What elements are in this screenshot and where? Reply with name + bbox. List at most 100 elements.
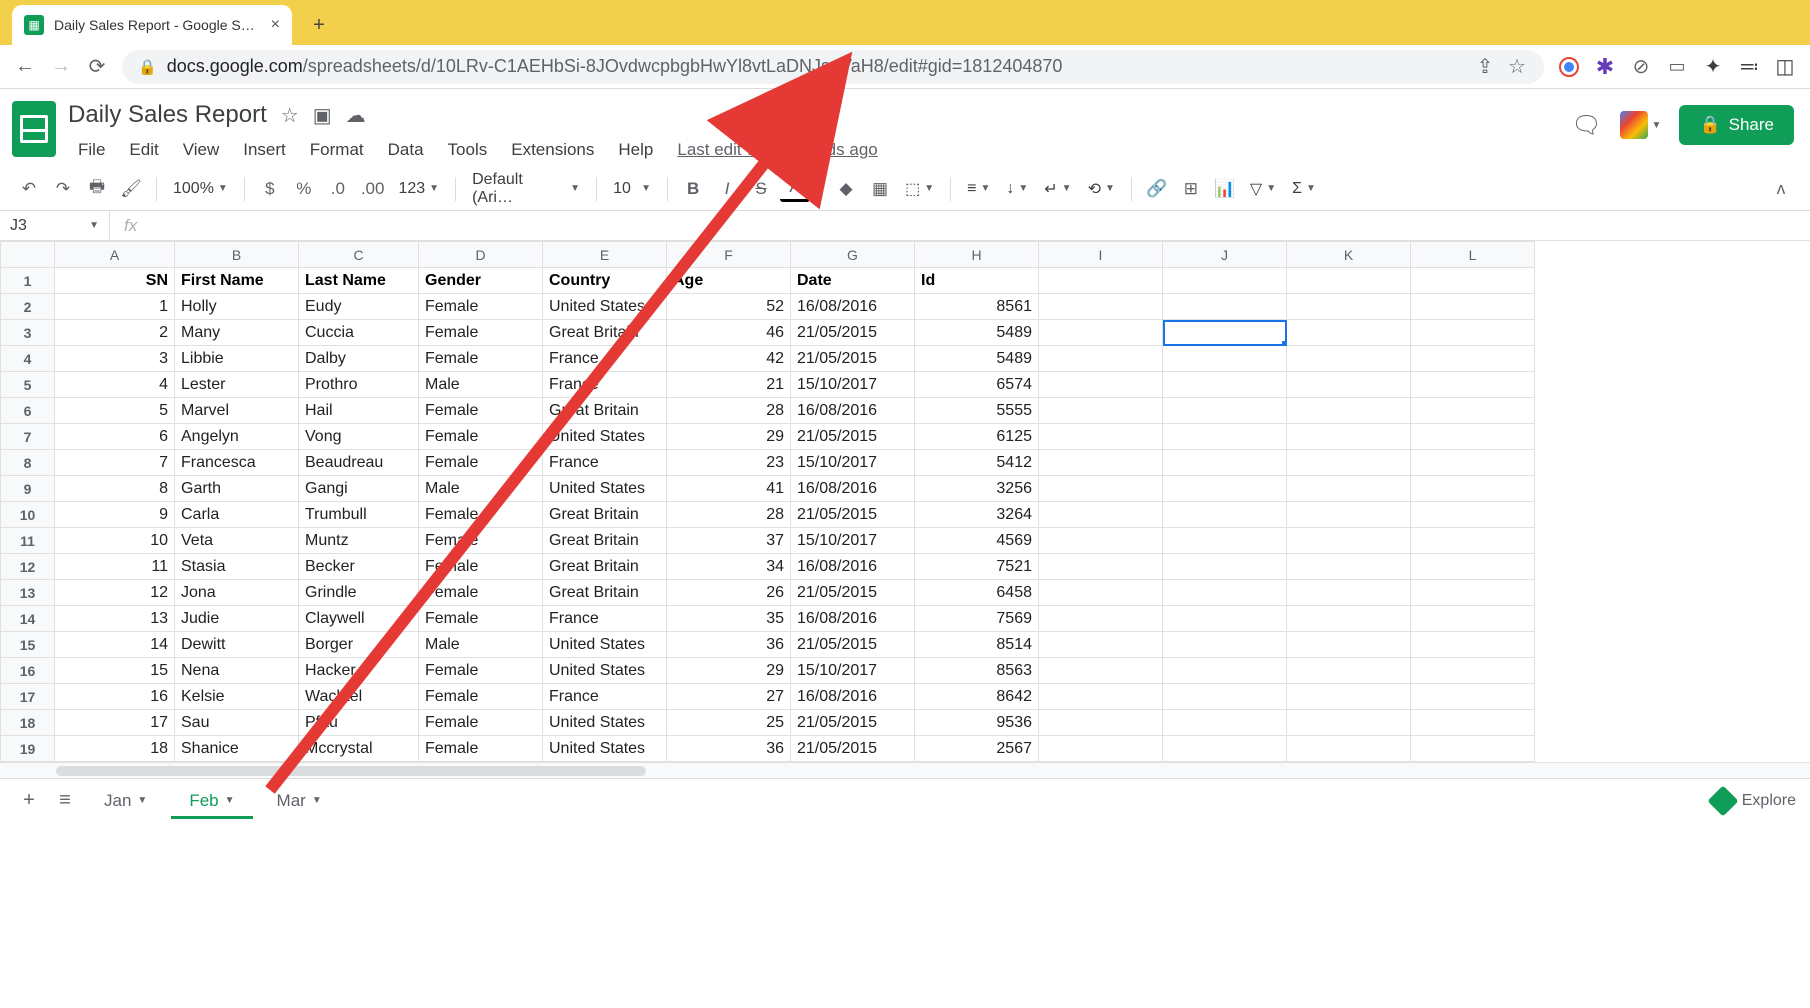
cell[interactable]: 1 bbox=[55, 294, 175, 320]
format-percent[interactable]: % bbox=[289, 174, 319, 204]
cell[interactable]: Great Britain bbox=[543, 528, 667, 554]
cell[interactable]: 8 bbox=[55, 476, 175, 502]
cell[interactable]: 23 bbox=[667, 450, 791, 476]
cell[interactable]: Kelsie bbox=[175, 684, 299, 710]
undo-button[interactable]: ↶ bbox=[14, 174, 44, 204]
cell[interactable]: Libbie bbox=[175, 346, 299, 372]
back-button[interactable]: ← bbox=[14, 56, 36, 78]
reload-button[interactable]: ⟳ bbox=[86, 56, 108, 78]
v-align-button[interactable]: ↓▼ bbox=[1000, 180, 1034, 198]
column-header-J[interactable]: J bbox=[1163, 242, 1287, 268]
cell[interactable] bbox=[1163, 502, 1287, 528]
cell[interactable]: 9536 bbox=[915, 710, 1039, 736]
cell[interactable] bbox=[1163, 658, 1287, 684]
cell[interactable]: Hail bbox=[299, 398, 419, 424]
cell[interactable]: 27 bbox=[667, 684, 791, 710]
cell[interactable] bbox=[1287, 736, 1411, 762]
side-panel-icon[interactable]: ◫ bbox=[1774, 56, 1796, 78]
cell[interactable]: 16/08/2016 bbox=[791, 554, 915, 580]
cell[interactable] bbox=[1039, 736, 1163, 762]
strikethrough-button[interactable]: S bbox=[746, 174, 776, 204]
cell[interactable] bbox=[1163, 320, 1287, 346]
cell[interactable]: 17 bbox=[55, 710, 175, 736]
cell[interactable]: Female bbox=[419, 684, 543, 710]
cell[interactable] bbox=[1039, 450, 1163, 476]
cell[interactable] bbox=[1287, 710, 1411, 736]
cell[interactable] bbox=[1287, 424, 1411, 450]
menu-extensions[interactable]: Extensions bbox=[501, 136, 604, 164]
cell[interactable]: 6574 bbox=[915, 372, 1039, 398]
cell[interactable]: Shanice bbox=[175, 736, 299, 762]
cell[interactable] bbox=[1163, 684, 1287, 710]
cell[interactable]: 28 bbox=[667, 398, 791, 424]
cell[interactable] bbox=[1411, 372, 1535, 398]
document-title[interactable]: Daily Sales Report bbox=[68, 101, 267, 129]
cell[interactable]: Last Name bbox=[299, 268, 419, 294]
reading-list-icon[interactable]: ≕ bbox=[1738, 56, 1760, 78]
cell[interactable] bbox=[1411, 606, 1535, 632]
spreadsheet-grid[interactable]: ABCDEFGHIJKL1SNFirst NameLast NameGender… bbox=[0, 241, 1810, 762]
more-formats[interactable]: 123▼ bbox=[392, 180, 445, 198]
cell[interactable] bbox=[1287, 372, 1411, 398]
cell[interactable] bbox=[1039, 476, 1163, 502]
cell[interactable]: Mccrystal bbox=[299, 736, 419, 762]
cell[interactable]: Female bbox=[419, 346, 543, 372]
row-header[interactable]: 11 bbox=[1, 528, 55, 554]
cloud-status-icon[interactable]: ☁ bbox=[346, 103, 366, 128]
cell[interactable] bbox=[1039, 372, 1163, 398]
cell[interactable] bbox=[1163, 554, 1287, 580]
row-header[interactable]: 17 bbox=[1, 684, 55, 710]
menu-tools[interactable]: Tools bbox=[438, 136, 498, 164]
cell[interactable]: Claywell bbox=[299, 606, 419, 632]
cell[interactable]: Great Britain bbox=[543, 580, 667, 606]
extension-icon-4[interactable]: ▭ bbox=[1666, 56, 1688, 78]
cell[interactable] bbox=[1287, 580, 1411, 606]
redo-button[interactable]: ↷ bbox=[48, 174, 78, 204]
cell[interactable] bbox=[1411, 398, 1535, 424]
sheet-tab-mar[interactable]: Mar ▼ bbox=[259, 783, 340, 819]
cell[interactable] bbox=[1411, 294, 1535, 320]
cell[interactable]: 3 bbox=[55, 346, 175, 372]
cell[interactable]: 42 bbox=[667, 346, 791, 372]
cell[interactable]: United States bbox=[543, 658, 667, 684]
cell[interactable]: 15/10/2017 bbox=[791, 450, 915, 476]
cell[interactable] bbox=[1287, 294, 1411, 320]
extension-icon-1[interactable] bbox=[1558, 56, 1580, 78]
scrollbar-thumb[interactable] bbox=[56, 766, 646, 776]
cell[interactable] bbox=[1287, 502, 1411, 528]
cell[interactable]: 11 bbox=[55, 554, 175, 580]
cell[interactable] bbox=[1039, 580, 1163, 606]
comments-icon[interactable]: 🗨 bbox=[1572, 110, 1602, 140]
rotate-button[interactable]: ⟲▼ bbox=[1082, 179, 1121, 199]
explore-button[interactable]: Explore bbox=[1712, 790, 1796, 812]
cell[interactable]: 21/05/2015 bbox=[791, 320, 915, 346]
cell[interactable]: 5412 bbox=[915, 450, 1039, 476]
cell[interactable] bbox=[1039, 502, 1163, 528]
cell[interactable]: SN bbox=[55, 268, 175, 294]
cell[interactable]: 2 bbox=[55, 320, 175, 346]
cell[interactable]: France bbox=[543, 346, 667, 372]
cell[interactable]: Great Britain bbox=[543, 502, 667, 528]
cell[interactable]: 29 bbox=[667, 424, 791, 450]
column-header-K[interactable]: K bbox=[1287, 242, 1411, 268]
cell[interactable] bbox=[1287, 476, 1411, 502]
cell[interactable]: Francesca bbox=[175, 450, 299, 476]
cell[interactable]: Wachtel bbox=[299, 684, 419, 710]
cell[interactable] bbox=[1411, 684, 1535, 710]
cell[interactable] bbox=[1287, 320, 1411, 346]
cell[interactable]: United States bbox=[543, 476, 667, 502]
cell[interactable]: Gender bbox=[419, 268, 543, 294]
cell[interactable]: Many bbox=[175, 320, 299, 346]
cell[interactable]: 4569 bbox=[915, 528, 1039, 554]
cell[interactable]: 34 bbox=[667, 554, 791, 580]
last-edit-link[interactable]: Last edit was seconds ago bbox=[677, 140, 877, 160]
cell[interactable] bbox=[1039, 554, 1163, 580]
cell[interactable]: France bbox=[543, 372, 667, 398]
cell[interactable] bbox=[1411, 476, 1535, 502]
cell[interactable]: 10 bbox=[55, 528, 175, 554]
cell[interactable] bbox=[1163, 346, 1287, 372]
cell[interactable] bbox=[1163, 528, 1287, 554]
cell[interactable] bbox=[1411, 346, 1535, 372]
zoom-select[interactable]: 100%▼ bbox=[167, 180, 234, 198]
cell[interactable] bbox=[1163, 450, 1287, 476]
